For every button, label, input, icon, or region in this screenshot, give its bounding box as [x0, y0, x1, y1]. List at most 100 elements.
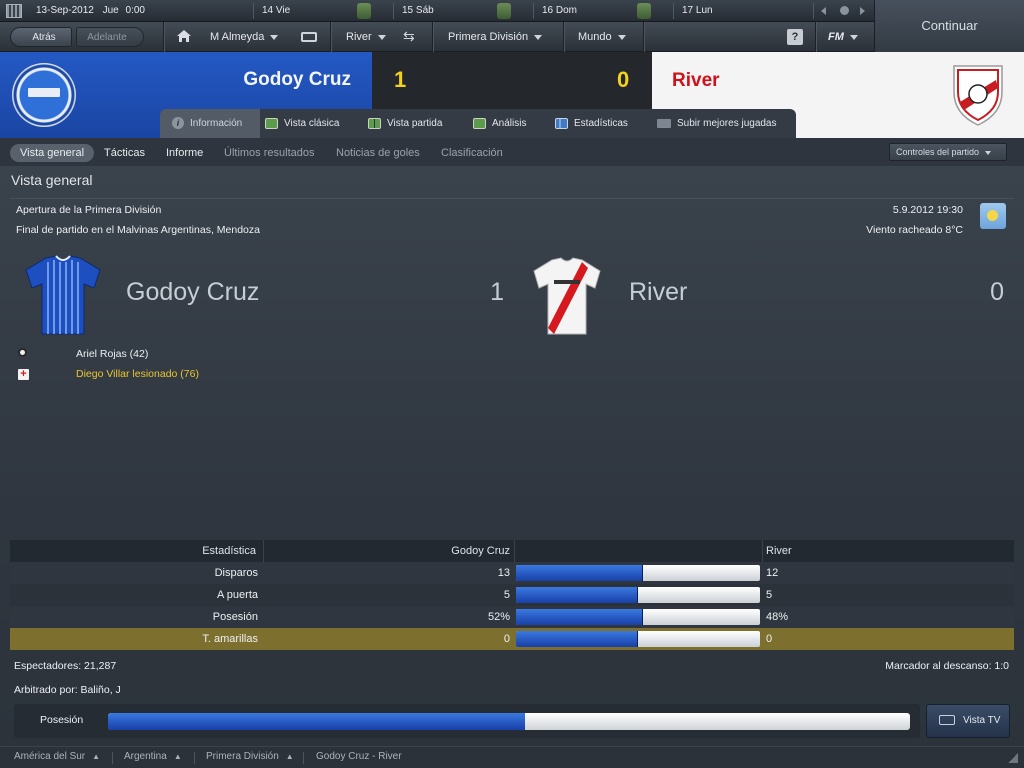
inbox-icon[interactable] [301, 32, 317, 42]
match-controls-dropdown[interactable]: Controles del partido [889, 143, 1007, 161]
world-menu[interactable]: Mundo [568, 27, 636, 47]
divider [163, 22, 164, 52]
tv-label: Vista TV [963, 715, 1001, 726]
competition-menu[interactable]: Primera División [438, 27, 552, 47]
calendar-day[interactable]: 17 Lun [682, 0, 713, 22]
chevron-down-icon [985, 150, 992, 155]
calendar-day[interactable]: 14 Vie [262, 0, 290, 22]
stat-row: T. amarillas 0 0 [10, 628, 1014, 650]
stat-label: Disparos [214, 567, 258, 579]
breadcrumb-item[interactable]: Argentina ▲ [124, 751, 182, 762]
back-button[interactable]: Atrás [10, 27, 72, 47]
help-button[interactable]: ? [787, 29, 803, 45]
forward-button[interactable]: Adelante [76, 27, 144, 47]
time-text: 0:00 [125, 5, 145, 16]
home-team-title[interactable]: Godoy Cruz [126, 278, 259, 307]
subtab-tacticas[interactable]: Tácticas [104, 144, 145, 162]
continue-button[interactable]: Continuar [874, 0, 1024, 52]
up-arrow-icon: ▲ [173, 752, 182, 761]
home-kit-icon [24, 254, 102, 336]
away-score: 0 [617, 67, 630, 92]
divider [112, 752, 113, 764]
swap-icon[interactable]: ⇆ [403, 28, 421, 44]
home-crest-icon[interactable] [12, 63, 76, 127]
home-team-name[interactable]: Godoy Cruz [170, 69, 351, 91]
referee-text[interactable]: Arbitrado por: Baliño, J [14, 684, 121, 696]
day-label: 16 Dom [542, 5, 578, 16]
fixture-icon[interactable] [497, 3, 511, 19]
subtab-clasificacion[interactable]: Clasificación [441, 144, 503, 162]
divider [533, 3, 534, 19]
stat-bar [516, 609, 760, 625]
tab-subir-jugadas[interactable]: Subir mejores jugadas [657, 109, 777, 138]
goal-event[interactable]: Ariel Rojas (42) [76, 348, 148, 360]
possession-label: Posesión [40, 714, 84, 726]
tv-view-button[interactable]: Vista TV [926, 704, 1010, 738]
calendar-icon[interactable] [6, 4, 22, 18]
away-kit-icon [532, 256, 602, 336]
stat-label: A puerta [217, 589, 258, 601]
manager-label: M Almeyda [210, 31, 265, 43]
divider [673, 3, 674, 19]
navigation-bar: Atrás Adelante M Almeyda River ⇆ Primera… [0, 22, 874, 52]
stat-away-value: 12 [766, 567, 779, 579]
injury-event[interactable]: Diego Villar lesionado (76) [76, 368, 199, 380]
divider [330, 22, 331, 52]
up-arrow-icon: ▲ [285, 752, 294, 761]
crumb-label: Argentina [124, 751, 167, 762]
fm-menu[interactable]: FM [818, 27, 868, 47]
overview-panel: Vista general Apertura de la Primera Div… [0, 166, 1024, 746]
home-icon[interactable] [176, 29, 192, 43]
injury-icon: + [18, 369, 29, 380]
away-team-title[interactable]: River [629, 278, 687, 307]
away-goals: 0 [990, 278, 1004, 306]
competition-name[interactable]: Apertura de la Primera División [16, 204, 161, 216]
weather-text: Viento racheado 8°C [866, 224, 963, 236]
crumb-label: Godoy Cruz - River [316, 751, 402, 762]
stat-away-value: 5 [766, 589, 773, 601]
day-label: 17 Lun [682, 5, 713, 16]
subtab-label: Tácticas [104, 147, 145, 159]
tab-vista-partida[interactable]: Vista partida [368, 109, 442, 138]
fixture-icon[interactable] [637, 3, 651, 19]
away-team-name[interactable]: River [672, 70, 720, 92]
next-arrow-icon[interactable] [860, 7, 865, 15]
match-tabs: i Información Vista clásica Vista partida… [160, 109, 796, 138]
subtab-ultimos-resultados[interactable]: Últimos resultados [224, 144, 314, 162]
calendar-day[interactable]: 16 Dom [542, 0, 577, 22]
stat-row: Posesión 52% 48% [10, 606, 1014, 628]
ball-icon [18, 348, 27, 357]
subtab-label: Clasificación [441, 147, 503, 159]
breadcrumb: América del Sur ▲ Argentina ▲ Primera Divi… [0, 746, 1024, 768]
subtab-label: Últimos resultados [224, 147, 315, 159]
score-panel: 1 0 [372, 52, 652, 108]
tab-analisis[interactable]: Análisis [473, 109, 526, 138]
sub-navigation: Vista general Tácticas Informe Últimos r… [0, 138, 1024, 166]
stat-bar-home-fill [516, 631, 638, 647]
tab-informacion[interactable]: i Información [160, 109, 260, 138]
club-menu[interactable]: River [336, 27, 396, 47]
calendar-day[interactable]: 15 Sáb [402, 0, 434, 22]
pitch-icon [265, 117, 278, 129]
breadcrumb-item[interactable]: América del Sur ▲ [14, 751, 100, 762]
resize-grip-icon[interactable] [1008, 753, 1018, 763]
breadcrumb-item[interactable]: Primera División ▲ [206, 751, 294, 762]
tab-label: Vista partida [387, 118, 443, 129]
subtab-vista-general[interactable]: Vista general [10, 144, 95, 162]
stat-bar-home-fill [516, 587, 638, 603]
manager-menu[interactable]: M Almeyda [200, 27, 288, 47]
prev-arrow-icon[interactable] [821, 7, 826, 15]
away-crest-icon[interactable] [950, 62, 1006, 128]
tab-label: Análisis [492, 118, 527, 129]
tab-vista-clasica[interactable]: Vista clásica [265, 109, 339, 138]
subtab-informe[interactable]: Informe [166, 144, 203, 162]
split-pitch-icon [368, 117, 381, 129]
stat-label: T. amarillas [202, 633, 258, 645]
subtab-noticias-goles[interactable]: Noticias de goles [336, 144, 420, 162]
breadcrumb-item: Godoy Cruz - River [316, 751, 402, 762]
divider [563, 22, 564, 52]
fixture-icon[interactable] [357, 3, 371, 19]
chevron-down-icon [270, 34, 279, 40]
tab-estadisticas[interactable]: Estadísticas [555, 109, 628, 138]
today-dot-icon[interactable] [840, 6, 849, 15]
